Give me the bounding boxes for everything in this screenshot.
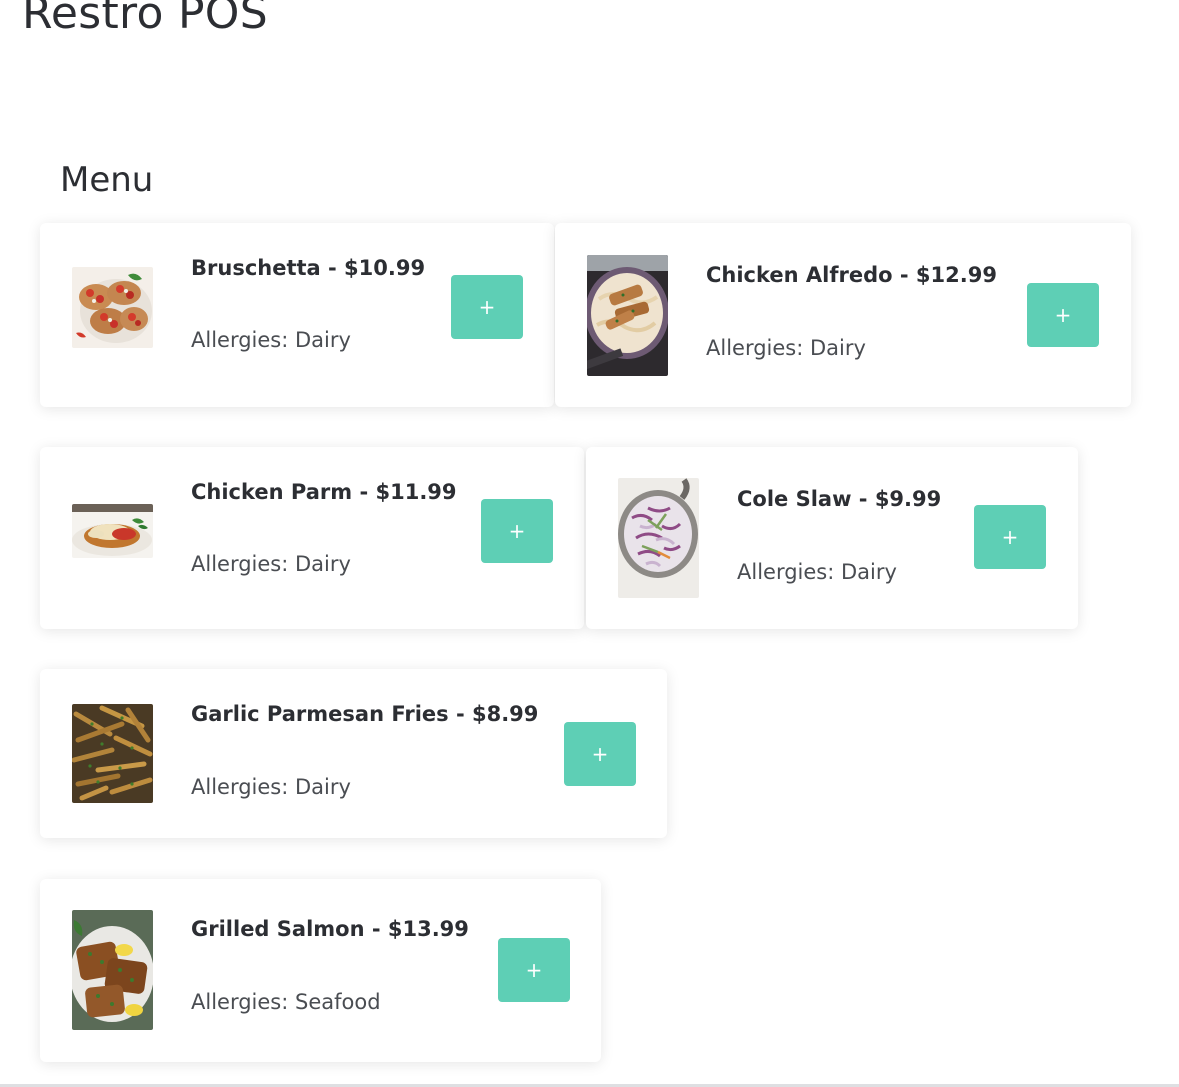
menu-item-name-price: Chicken Parm - $11.99 [191, 480, 457, 504]
menu-item-allergies: Allergies: Dairy [191, 552, 351, 576]
add-item-button[interactable]: + [1027, 283, 1099, 347]
garlic-fries-food-photo [72, 704, 153, 803]
menu-item-card: Cole Slaw - $9.99 Allergies: Dairy + [586, 447, 1078, 629]
chicken-alfredo-food-photo [587, 255, 668, 376]
menu-item-allergies: Allergies: Dairy [706, 336, 866, 360]
menu-item-allergies: Allergies: Seafood [191, 990, 381, 1014]
cole-slaw-food-photo [618, 478, 699, 598]
menu-item-name-price: Cole Slaw - $9.99 [737, 487, 942, 511]
add-item-button[interactable]: + [481, 499, 553, 563]
menu-item-name-price: Grilled Salmon - $13.99 [191, 917, 469, 941]
add-item-button[interactable]: + [564, 722, 636, 786]
menu-item-card: Bruschetta - $10.99 Allergies: Dairy + [40, 223, 554, 407]
menu-item-name-price: Chicken Alfredo - $12.99 [706, 263, 997, 287]
chicken-parm-food-photo [72, 504, 153, 558]
menu-heading: Menu [60, 160, 154, 200]
grilled-salmon-food-photo [72, 910, 153, 1030]
add-item-button[interactable]: + [498, 938, 570, 1002]
menu-item-name-price: Garlic Parmesan Fries - $8.99 [191, 702, 539, 726]
add-item-button[interactable]: + [974, 505, 1046, 569]
menu-item-card: Grilled Salmon - $13.99 Allergies: Seafo… [40, 879, 601, 1062]
menu-item-card: Chicken Parm - $11.99 Allergies: Dairy + [40, 447, 584, 629]
menu-item-allergies: Allergies: Dairy [737, 560, 897, 584]
menu-item-allergies: Allergies: Dairy [191, 775, 351, 799]
menu-item-card: Chicken Alfredo - $12.99 Allergies: Dair… [555, 223, 1131, 407]
menu-item-card: Garlic Parmesan Fries - $8.99 Allergies:… [40, 669, 667, 838]
menu-item-name-price: Bruschetta - $10.99 [191, 256, 426, 280]
menu-item-allergies: Allergies: Dairy [191, 328, 351, 352]
app-title: Restro POS [22, 0, 268, 39]
add-item-button[interactable]: + [451, 275, 523, 339]
bruschetta-food-photo [72, 267, 153, 348]
